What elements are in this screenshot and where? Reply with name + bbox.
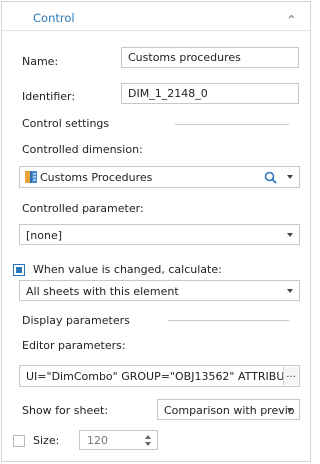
size-checkbox[interactable] xyxy=(13,435,25,447)
controlled-parameter-value: [none] xyxy=(26,229,63,242)
display-parameters-heading: Display parameters xyxy=(22,314,130,327)
spin-up-icon[interactable] xyxy=(145,435,151,439)
identifier-input[interactable]: DIM_1_2148_0 xyxy=(121,83,299,104)
name-input[interactable]: Customs procedures xyxy=(121,47,299,68)
controlled-parameter-combo[interactable]: [none] xyxy=(19,224,300,245)
chevron-down-icon[interactable] xyxy=(287,233,293,237)
chevron-up-icon[interactable] xyxy=(287,12,296,21)
calculate-on-change-checkbox[interactable] xyxy=(13,264,25,276)
editor-parameters-input[interactable]: UI="DimCombo" GROUP="OBJ13562" ATTRIBUTE… xyxy=(19,365,300,387)
calculate-on-change-label: When value is changed, calculate: xyxy=(33,263,222,276)
controlled-dimension-label: Controlled dimension: xyxy=(22,143,143,156)
control-panel: Control Name: Customs procedures Identif… xyxy=(1,1,311,462)
chevron-down-icon[interactable] xyxy=(287,289,293,293)
search-icon[interactable] xyxy=(264,171,277,184)
size-label: Size: xyxy=(33,434,60,447)
show-for-sheet-label: Show for sheet: xyxy=(22,404,109,417)
name-label: Name: xyxy=(22,55,59,68)
control-settings-heading: Control settings xyxy=(22,117,110,130)
section-divider xyxy=(175,124,289,125)
show-for-sheet-value: Comparison with previo xyxy=(164,404,295,417)
editor-parameters-value: UI="DimCombo" GROUP="OBJ13562" ATTRIBUTE… xyxy=(26,370,300,383)
chevron-down-icon[interactable] xyxy=(287,408,293,412)
browse-button[interactable]: ... xyxy=(283,367,298,385)
show-for-sheet-combo[interactable]: Comparison with previo xyxy=(157,399,300,420)
panel-title: Control xyxy=(33,11,75,25)
section-divider xyxy=(168,320,289,321)
editor-parameters-label: Editor parameters: xyxy=(22,339,126,352)
spin-down-icon[interactable] xyxy=(145,442,151,446)
dictionary-icon xyxy=(25,171,37,183)
calculate-scope-value: All sheets with this element xyxy=(26,285,179,298)
controlled-dimension-value: Customs Procedures xyxy=(40,171,153,184)
chevron-down-icon[interactable] xyxy=(287,175,293,179)
controlled-dimension-combo[interactable]: Customs Procedures xyxy=(19,166,300,188)
controlled-parameter-label: Controlled parameter: xyxy=(22,202,144,215)
calculate-scope-combo[interactable]: All sheets with this element xyxy=(19,280,300,301)
identifier-label: Identifier: xyxy=(22,90,76,103)
panel-header[interactable]: Control xyxy=(2,2,310,31)
size-value: 120 xyxy=(87,434,108,447)
size-spinner[interactable]: 120 xyxy=(79,430,158,450)
